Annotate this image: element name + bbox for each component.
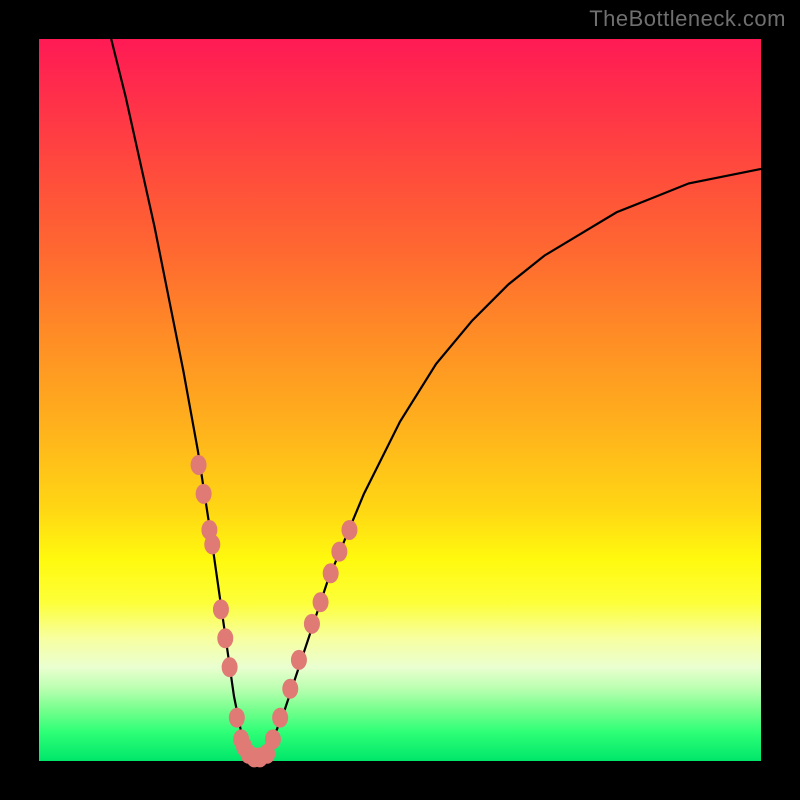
curve-marker [282, 679, 298, 699]
curve-marker [213, 599, 229, 619]
curve-marker [196, 484, 212, 504]
curve-marker [323, 563, 339, 583]
curve-marker [222, 657, 238, 677]
curve-marker [331, 542, 347, 562]
watermark-text: TheBottleneck.com [589, 6, 786, 32]
curve-marker [313, 592, 329, 612]
marker-group [191, 455, 358, 767]
curve-marker [204, 534, 220, 554]
curve-marker [272, 708, 288, 728]
chart-frame: TheBottleneck.com [0, 0, 800, 800]
curve-marker [341, 520, 357, 540]
plot-area [39, 39, 761, 761]
curve-marker [217, 628, 233, 648]
bottleneck-curve [111, 39, 761, 761]
curve-group [111, 39, 761, 761]
chart-svg [39, 39, 761, 761]
curve-marker [191, 455, 207, 475]
curve-marker [291, 650, 307, 670]
curve-marker [229, 708, 245, 728]
curve-marker [265, 729, 281, 749]
curve-marker [304, 614, 320, 634]
